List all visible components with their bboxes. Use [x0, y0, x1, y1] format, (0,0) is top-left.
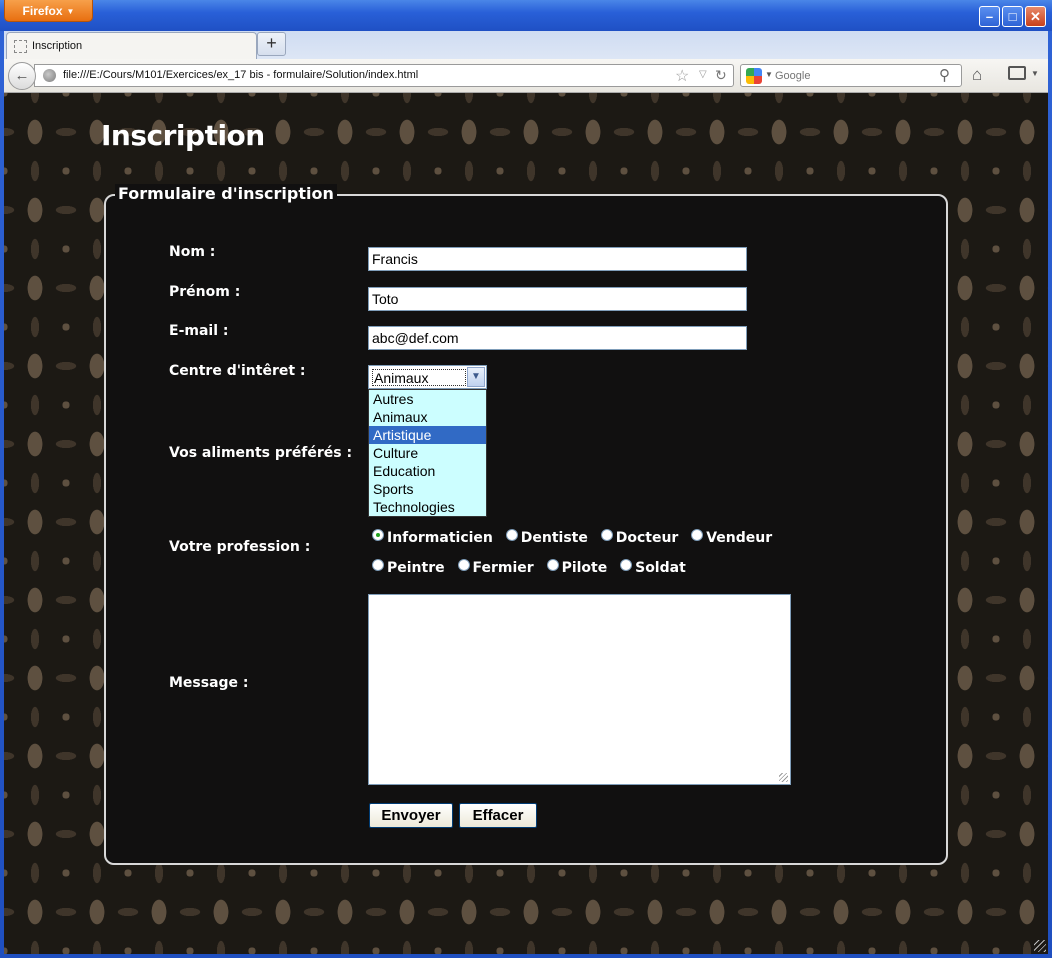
tab-strip: Inscription +	[4, 31, 1048, 59]
resize-grip-icon[interactable]	[779, 773, 788, 782]
interet-option[interactable]: Sports	[369, 480, 486, 498]
radio-option[interactable]: Peintre	[372, 559, 445, 576]
radio-option[interactable]: Soldat	[620, 559, 686, 576]
interet-selected-value: Animaux	[372, 369, 466, 386]
radio-label: Dentiste	[520, 530, 588, 546]
firefox-menu-label: Firefox	[22, 4, 63, 18]
radio-label: Vendeur	[706, 530, 773, 546]
radio-button-checked[interactable]	[372, 529, 384, 541]
maximize-button[interactable]: □	[1002, 6, 1023, 27]
minimize-icon: –	[985, 9, 994, 24]
maximize-icon: □	[1008, 9, 1017, 24]
radio-button[interactable]	[372, 559, 384, 571]
url-text: file:///E:/Cours/M101/Exercices/ex_17 bi…	[63, 69, 419, 81]
profession-radio-row-2: Peintre Fermier Pilote Soldat	[372, 559, 694, 576]
bookmark-star-icon[interactable]: ☆	[675, 66, 689, 86]
browser-chrome: Inscription + file:///E:/Cours/M101/Exer…	[4, 31, 1048, 93]
globe-icon	[43, 69, 56, 82]
effacer-button[interactable]: Effacer	[459, 803, 537, 828]
interet-option[interactable]: Animaux	[369, 408, 486, 426]
nom-label: Nom :	[169, 244, 216, 260]
profession-label: Votre profession :	[169, 539, 311, 555]
reload-icon[interactable]: ↻	[715, 67, 727, 84]
search-icon[interactable]: ⚲	[939, 66, 950, 84]
radio-label: Docteur	[615, 530, 679, 546]
search-engine-dropdown-icon[interactable]: ▼	[765, 70, 773, 79]
radio-label: Soldat	[635, 560, 686, 576]
message-textarea[interactable]	[368, 594, 791, 785]
prenom-input[interactable]	[368, 287, 747, 311]
window-resize-grip-icon[interactable]	[1034, 940, 1046, 952]
new-tab-button[interactable]: +	[257, 32, 286, 56]
interet-option[interactable]: Autres	[369, 390, 486, 408]
interet-dropdown-list: Autres Animaux Artistique Culture Educat…	[368, 389, 487, 517]
envoyer-button[interactable]: Envoyer	[369, 803, 453, 828]
radio-option[interactable]: Docteur	[600, 529, 679, 546]
radio-label: Informaticien	[387, 530, 493, 546]
close-icon: ✕	[1030, 9, 1041, 24]
radio-option[interactable]: Informaticien	[372, 529, 493, 546]
radio-button[interactable]	[691, 529, 704, 541]
google-icon[interactable]	[746, 68, 762, 84]
close-window-button[interactable]: ✕	[1025, 6, 1046, 27]
profession-radio-row-1: Informaticien Dentiste Docteur Vendeur	[372, 529, 780, 546]
page-viewport: Inscription Formulaire d'inscription Nom…	[4, 93, 1048, 954]
tab-title: Inscription	[32, 40, 83, 52]
back-arrow-icon: ←	[14, 67, 30, 84]
radio-button[interactable]	[505, 529, 518, 541]
title-bar: Firefox ▼ – □ ✕	[0, 0, 1052, 31]
bookmarks-icon[interactable]	[1008, 66, 1026, 80]
page-icon	[14, 40, 27, 53]
radio-option[interactable]: Pilote	[546, 559, 608, 576]
nom-input[interactable]	[368, 247, 747, 271]
radio-option[interactable]: Fermier	[457, 559, 534, 576]
navigation-bar: file:///E:/Cours/M101/Exercices/ex_17 bi…	[4, 59, 1048, 93]
firefox-menu-button[interactable]: Firefox ▼	[4, 0, 93, 22]
interet-option[interactable]: Technologies	[369, 498, 486, 516]
aliments-label: Vos aliments préférés :	[169, 445, 353, 461]
interet-option[interactable]: Culture	[369, 444, 486, 462]
form-legend: Formulaire d'inscription	[115, 184, 337, 204]
page-title: Inscription	[101, 119, 265, 152]
message-label: Message :	[169, 675, 249, 691]
minimize-button[interactable]: –	[979, 6, 1000, 27]
chevron-down-icon: ▼	[66, 7, 75, 16]
interet-option[interactable]: Education	[369, 462, 486, 480]
interet-option-highlighted[interactable]: Artistique	[369, 426, 486, 444]
prenom-label: Prénom :	[169, 284, 241, 300]
chevron-down-icon[interactable]: ▼	[467, 367, 485, 387]
radio-option[interactable]: Dentiste	[505, 529, 588, 546]
url-bar[interactable]: file:///E:/Cours/M101/Exercices/ex_17 bi…	[34, 64, 734, 87]
back-button[interactable]: ←	[8, 62, 36, 90]
interet-select[interactable]: Animaux ▼	[368, 365, 487, 389]
radio-button[interactable]	[600, 529, 613, 541]
home-icon[interactable]: ⌂	[972, 65, 982, 85]
radio-button[interactable]	[457, 559, 470, 571]
radio-button[interactable]	[546, 559, 559, 571]
radio-option[interactable]: Vendeur	[691, 529, 772, 546]
email-input[interactable]	[368, 326, 747, 350]
tab-inscription[interactable]: Inscription	[6, 32, 257, 59]
chevron-down-icon[interactable]: ▼	[1031, 69, 1039, 78]
search-input[interactable]	[775, 67, 935, 84]
radio-label: Fermier	[472, 560, 534, 576]
radio-label: Peintre	[387, 560, 445, 576]
history-dropdown-icon[interactable]: ▽	[699, 69, 707, 80]
browser-window: Firefox ▼ – □ ✕ Inscription + file:///E:/…	[0, 0, 1052, 958]
radio-label: Pilote	[561, 560, 608, 576]
search-bar[interactable]: ▼ ⚲	[740, 64, 962, 87]
interet-label: Centre d'intêret :	[169, 363, 306, 379]
radio-button[interactable]	[620, 559, 633, 571]
email-label: E-mail :	[169, 323, 229, 339]
